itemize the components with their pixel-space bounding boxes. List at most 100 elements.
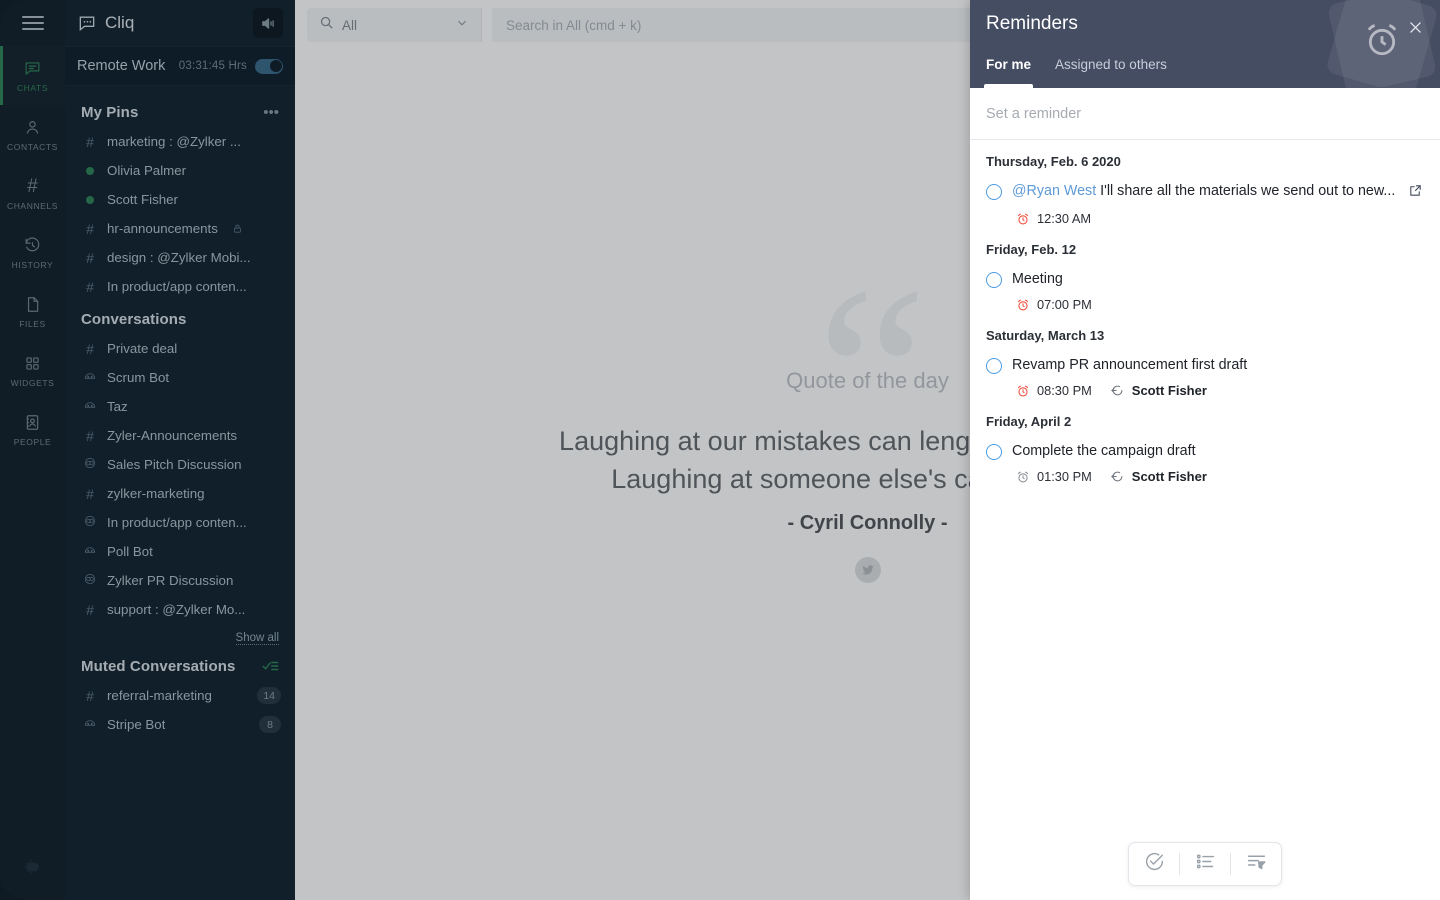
rail-item-widgets[interactable]: WIDGETS xyxy=(0,341,65,400)
assigned-by-icon xyxy=(1110,469,1125,484)
list-item[interactable]: #Private deal xyxy=(65,334,295,363)
list-item[interactable]: #hr-announcements xyxy=(65,214,295,243)
theme-toggle[interactable] xyxy=(0,855,65,884)
reminder-complete-checkbox[interactable] xyxy=(986,358,1002,374)
rail-item-label: FILES xyxy=(19,319,46,329)
rail-item-files[interactable]: FILES xyxy=(0,282,65,341)
brightness-toggle-icon[interactable] xyxy=(21,855,45,884)
open-external-icon[interactable] xyxy=(1408,183,1424,203)
status-toggle[interactable] xyxy=(255,59,283,74)
rail-item-label: CONTACTS xyxy=(7,142,58,152)
item-glyph-icon xyxy=(83,543,97,560)
item-glyph-icon xyxy=(83,572,97,589)
reminders-header: Reminders For me Assigned to others xyxy=(970,0,1440,88)
list-item-label: Poll Bot xyxy=(107,544,153,559)
reminder-complete-checkbox[interactable] xyxy=(986,444,1002,460)
more-options-icon[interactable]: ••• xyxy=(263,108,279,118)
speaker-icon[interactable] xyxy=(253,8,283,38)
hash-icon: # xyxy=(27,177,38,197)
item-glyph-icon xyxy=(83,514,97,531)
status-name: Remote Work xyxy=(77,58,165,74)
page-title: Reminders xyxy=(986,13,1078,35)
rail-item-channels[interactable]: #CHANNELS xyxy=(0,164,65,223)
list-item[interactable]: #In product/app conten... xyxy=(65,272,295,301)
tasks-button[interactable] xyxy=(1129,842,1179,886)
status-bar[interactable]: Remote Work 03:31:45 Hrs xyxy=(65,46,295,86)
assignee-name: Scott Fisher xyxy=(1132,469,1207,484)
list-item[interactable]: #design : @Zylker Mobi... xyxy=(65,243,295,272)
section-title: Muted Conversations xyxy=(81,658,235,675)
close-icon[interactable] xyxy=(1404,16,1426,38)
brand-name: Cliq xyxy=(105,13,134,33)
list-item[interactable]: Olivia Palmer xyxy=(65,156,295,185)
reminder-time: 01:30 PM xyxy=(1016,469,1092,484)
show-all-link[interactable]: Show all xyxy=(236,632,279,645)
mark-read-icon[interactable] xyxy=(262,659,279,674)
list-item-label: Scott Fisher xyxy=(107,192,178,207)
reminder-item: Revamp PR announcement first draft 08:30… xyxy=(986,355,1424,398)
list-item[interactable]: Scrum Bot xyxy=(65,363,295,392)
list-view-button[interactable] xyxy=(1180,842,1230,886)
list-item[interactable]: Taz xyxy=(65,392,295,421)
brand: Cliq xyxy=(77,13,134,33)
reminder-day-group: Friday, Feb. 12 Meeting 07:00 PM xyxy=(986,242,1424,312)
rail-item-chats[interactable]: CHATS xyxy=(0,46,65,105)
item-glyph-icon: # xyxy=(83,279,97,295)
list-item-label: zylker-marketing xyxy=(107,486,205,501)
list-item[interactable]: In product/app conten... xyxy=(65,508,295,537)
check-circle-icon xyxy=(1144,851,1165,877)
reminder-complete-checkbox[interactable] xyxy=(986,184,1002,200)
rail-item-label: WIDGETS xyxy=(11,378,55,388)
list-item[interactable]: Sales Pitch Discussion xyxy=(65,450,295,479)
mention-link[interactable]: @Ryan West xyxy=(1012,183,1096,199)
list-item[interactable]: #Zyler-Announcements xyxy=(65,421,295,450)
reminder-date-heading: Friday, Feb. 12 xyxy=(986,242,1424,257)
sidebar-section: Conversations#Private dealScrum BotTaz#Z… xyxy=(65,301,295,648)
item-glyph-icon xyxy=(83,398,97,415)
person-icon xyxy=(23,118,42,138)
file-icon xyxy=(23,295,42,315)
list-item[interactable]: #support : @Zylker Mo... xyxy=(65,595,295,624)
alarm-clock-icon xyxy=(1016,298,1030,312)
list-item-label: Olivia Palmer xyxy=(107,163,186,178)
conversation-list: My Pins•••#marketing : @Zylker ...Olivia… xyxy=(65,86,295,739)
unread-badge: 14 xyxy=(257,687,281,704)
list-item-label: Zylker PR Discussion xyxy=(107,573,233,588)
chat-sidebar: Cliq Remote Work 03:31:45 Hrs My Pins•••… xyxy=(65,0,295,900)
list-item-label: In product/app conten... xyxy=(107,515,247,530)
menu-toggle[interactable] xyxy=(0,0,65,46)
tab-assigned-to-others[interactable]: Assigned to others xyxy=(1055,57,1167,88)
rail-item-contacts[interactable]: CONTACTS xyxy=(0,105,65,164)
reminder-day-group: Friday, April 2 Complete the campaign dr… xyxy=(986,414,1424,484)
rail-item-history[interactable]: HISTORY xyxy=(0,223,65,282)
reminder-day-group: Saturday, March 13 Revamp PR announcemen… xyxy=(986,328,1424,398)
item-glyph-icon: # xyxy=(83,221,97,237)
set-reminder-input[interactable] xyxy=(986,106,1424,122)
filter-button[interactable] xyxy=(1231,842,1281,886)
sidebar-section: My Pins•••#marketing : @Zylker ...Olivia… xyxy=(65,94,295,301)
reminder-complete-checkbox[interactable] xyxy=(986,272,1002,288)
rail-item-people[interactable]: PEOPLE xyxy=(0,400,65,459)
list-item[interactable]: # zylker-marketing xyxy=(65,479,295,508)
item-glyph-icon: # xyxy=(83,486,97,502)
reminder-text: Complete the campaign draft xyxy=(1012,441,1424,461)
reminder-date-heading: Thursday, Feb. 6 2020 xyxy=(986,154,1424,169)
list-item[interactable]: Stripe Bot8 xyxy=(65,710,295,739)
item-glyph-icon: # xyxy=(83,134,97,150)
list-item-label: Zyler-Announcements xyxy=(107,428,237,443)
reminder-item: @Ryan West I'll share all the materials … xyxy=(986,181,1424,226)
list-item[interactable]: Poll Bot xyxy=(65,537,295,566)
item-glyph-icon xyxy=(83,369,97,386)
list-item[interactable]: Scott Fisher xyxy=(65,185,295,214)
grid-icon xyxy=(23,354,42,374)
hamburger-icon[interactable] xyxy=(22,16,44,30)
tab-for-me[interactable]: For me xyxy=(986,57,1031,88)
list-item[interactable]: #referral-marketing14 xyxy=(65,681,295,710)
reminder-item: Complete the campaign draft 01:30 PM Sco… xyxy=(986,441,1424,484)
list-item[interactable]: Zylker PR Discussion xyxy=(65,566,295,595)
reminder-date-heading: Saturday, March 13 xyxy=(986,328,1424,343)
rail-item-label: HISTORY xyxy=(12,260,54,270)
list-item[interactable]: #marketing : @Zylker ... xyxy=(65,127,295,156)
list-icon xyxy=(1195,851,1216,877)
main-scrim[interactable] xyxy=(295,0,970,900)
